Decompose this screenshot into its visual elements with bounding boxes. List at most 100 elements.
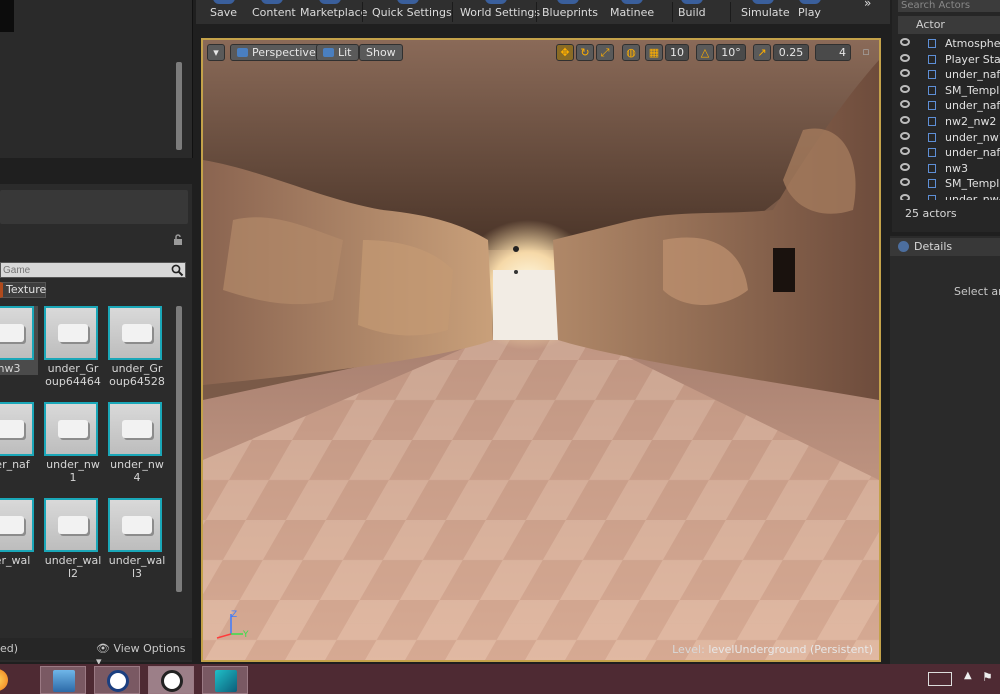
visibility-eye-icon[interactable] — [900, 69, 910, 78]
actor-column-header[interactable]: Actor — [898, 16, 1000, 34]
actor-type-icon — [928, 117, 936, 126]
world-local-icon[interactable]: ◍ — [622, 44, 640, 61]
visibility-eye-icon[interactable] — [900, 53, 910, 62]
toolbar-play-button[interactable]: Play — [798, 0, 822, 24]
asset-tile[interactable]: nw3 — [0, 306, 38, 375]
camera-speed-button[interactable]: 4 — [815, 44, 851, 61]
mesh-preview — [122, 516, 152, 534]
actor-row[interactable]: Atmospheric — [898, 36, 1000, 52]
translate-tool-icon[interactable]: ✥ — [556, 44, 574, 61]
taskbar-maya[interactable] — [202, 666, 248, 694]
actor-row[interactable]: under_nafac — [898, 98, 1000, 114]
toolbar-marketplace-button[interactable]: Marketplace — [300, 0, 367, 24]
flag-icon[interactable]: ⚑ — [982, 670, 993, 684]
actor-row[interactable]: nw3 — [898, 161, 1000, 177]
asset-tile[interactable]: under_wal l3 — [108, 498, 166, 580]
info-icon — [898, 241, 909, 252]
visibility-eye-icon[interactable] — [900, 178, 910, 187]
keyboard-icon[interactable] — [928, 672, 952, 686]
visibility-eye-icon[interactable] — [900, 147, 910, 156]
visibility-eye-icon[interactable] — [900, 131, 910, 140]
rotation-snap-icon[interactable]: △ — [696, 44, 714, 61]
taskbar: ▲ ⚑ — [0, 664, 1000, 694]
asset-label: under_wal l3 — [108, 554, 166, 580]
taskbar-unreal-engine[interactable] — [94, 666, 140, 694]
grid-snap-icon[interactable]: ▦ — [645, 44, 663, 61]
actor-search-input[interactable]: Search Actors — [898, 0, 1000, 12]
asset-tile[interactable]: under_wal l2 — [44, 498, 102, 580]
scale-tool-icon[interactable]: ⤢ — [596, 44, 614, 61]
perspective-button[interactable]: Perspective — [230, 44, 323, 61]
actor-row[interactable]: nw2_nw2 — [898, 114, 1000, 130]
actor-name: under_nafac — [945, 99, 1000, 113]
texture-filter-chip[interactable]: Texture — [0, 282, 46, 298]
level-viewport[interactable]: ▾ Perspective Lit Show ✥ ↻ ⤢ ◍ ▦ 10 △ 10… — [201, 38, 881, 662]
toolbar-simulate-button[interactable]: Simulate — [741, 0, 790, 24]
rotation-snap-value[interactable]: 10° — [716, 44, 746, 61]
asset-tile[interactable]: der_wal — [0, 498, 38, 567]
toolbar-content-button[interactable]: Content — [252, 0, 296, 24]
asset-tile[interactable]: under_nw4 — [108, 402, 166, 484]
taskbar-photos[interactable] — [40, 666, 86, 694]
scale-snap-icon[interactable]: ↗ — [753, 44, 771, 61]
scale-snap-value[interactable]: 0.25 — [773, 44, 809, 61]
actor-row[interactable]: under_nafac — [898, 145, 1000, 161]
lit-icon — [323, 48, 334, 57]
actor-row[interactable]: Player Start — [898, 52, 1000, 68]
visibility-eye-icon[interactable] — [900, 38, 910, 46]
asset-thumbnail — [44, 498, 98, 552]
toolbar-separator — [672, 2, 673, 22]
asset-thumbnail — [0, 306, 34, 360]
mesh-preview — [0, 516, 24, 534]
actor-row[interactable]: SM_Templat — [898, 83, 1000, 99]
toolbar-world-settings-button[interactable]: World Settings — [460, 0, 540, 24]
visibility-eye-icon[interactable] — [900, 84, 910, 93]
grid-snap-value[interactable]: 10 — [665, 44, 689, 61]
asset-tile[interactable]: under_Gr oup64464 — [44, 306, 102, 388]
chevron-up-icon[interactable]: ▲ — [964, 670, 972, 681]
visibility-eye-icon[interactable] — [900, 100, 910, 109]
taskbar-unreal-engine-2[interactable] — [148, 666, 194, 694]
content-browser-header — [0, 190, 188, 224]
camera-speed-value: 4 — [839, 46, 846, 59]
asset-tile[interactable]: under_Gr oup64528 — [108, 306, 166, 388]
asset-search-input[interactable] — [1, 263, 163, 278]
actor-row[interactable]: SM_Templat — [898, 176, 1000, 192]
toolbar-save-button[interactable]: Save — [210, 0, 238, 24]
toolbar-overflow-button[interactable]: » — [864, 0, 871, 10]
actor-type-icon — [928, 148, 936, 158]
toolbar-matinee-button[interactable]: Matinee — [610, 0, 654, 24]
visibility-eye-icon[interactable] — [900, 162, 910, 171]
panel-thumbnail — [0, 0, 14, 32]
lock-icon[interactable] — [172, 234, 184, 246]
left-top-scrollbar[interactable] — [176, 62, 182, 150]
toolbar-world-settings-label: World Settings — [460, 6, 541, 19]
taskbar-browser[interactable] — [0, 666, 22, 694]
tab-details[interactable]: Details — [890, 238, 1000, 256]
actor-row[interactable]: under_nw1 — [898, 130, 1000, 146]
content-icon — [261, 0, 283, 4]
asset-label: under_wal l2 — [44, 554, 102, 580]
toolbar-quick-settings-button[interactable]: Quick Settings — [372, 0, 452, 24]
toolbar-simulate-label: Simulate — [741, 6, 790, 19]
show-button[interactable]: Show — [359, 44, 403, 61]
toolbar-blueprints-button[interactable]: Blueprints — [542, 0, 598, 24]
rotate-tool-icon[interactable]: ↻ — [576, 44, 594, 61]
lit-button[interactable]: Lit — [316, 44, 359, 61]
toolbar-build-button[interactable]: Build — [678, 0, 706, 24]
simulate-icon — [752, 0, 774, 4]
details-panel: Details Select an — [890, 236, 1000, 664]
maximize-viewport-icon[interactable]: ▫ — [859, 44, 873, 61]
actor-row[interactable]: under_nafac — [898, 67, 1000, 83]
search-icon[interactable] — [171, 264, 184, 277]
mesh-preview — [0, 324, 24, 342]
viewport-options-dropdown[interactable]: ▾ — [207, 44, 225, 61]
viewport-scene[interactable] — [203, 40, 879, 660]
asset-thumbnail — [108, 306, 162, 360]
asset-tile[interactable]: under_nw1 — [44, 402, 102, 484]
toolbar-separator — [452, 2, 453, 22]
asset-grid-scrollbar[interactable] — [176, 306, 182, 592]
visibility-eye-icon[interactable] — [900, 116, 910, 124]
asset-search-box[interactable] — [0, 262, 186, 278]
asset-tile[interactable]: der_naf — [0, 402, 38, 471]
